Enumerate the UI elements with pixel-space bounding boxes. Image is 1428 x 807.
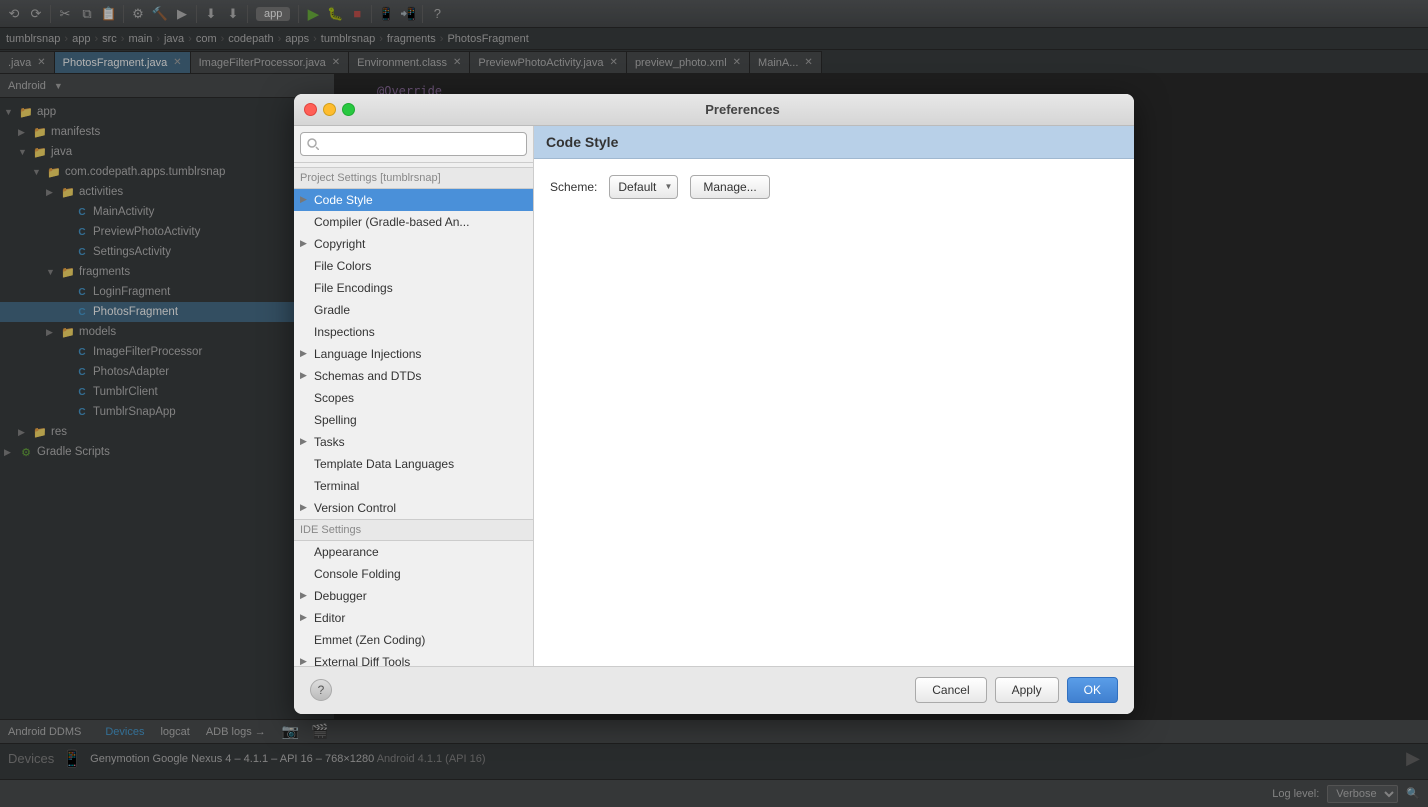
- tree-expand-arrow: ▶: [300, 502, 312, 513]
- dialog-item-debugger[interactable]: ▶ Debugger: [294, 585, 533, 607]
- dialog-item-emmet[interactable]: Emmet (Zen Coding): [294, 629, 533, 651]
- dialog-item-console-folding[interactable]: Console Folding: [294, 563, 533, 585]
- apply-button[interactable]: Apply: [995, 677, 1059, 703]
- dialog-close-button[interactable]: [304, 103, 317, 116]
- dialog-item-compiler[interactable]: Compiler (Gradle-based An...: [294, 211, 533, 233]
- dialog-item-schemas[interactable]: ▶ Schemas and DTDs: [294, 365, 533, 387]
- dialog-item-tasks[interactable]: ▶ Tasks: [294, 431, 533, 453]
- help-button[interactable]: ?: [310, 679, 332, 701]
- dialog-item-template-data[interactable]: Template Data Languages: [294, 453, 533, 475]
- ok-button[interactable]: OK: [1067, 677, 1118, 703]
- item-label: Tasks: [314, 435, 345, 449]
- item-label: Terminal: [314, 479, 359, 493]
- dialog-item-editor[interactable]: ▶ Editor: [294, 607, 533, 629]
- item-label: Schemas and DTDs: [314, 369, 421, 383]
- dialog-overlay: Preferences Project Settings [tumblrsnap…: [0, 0, 1428, 807]
- dialog-maximize-button[interactable]: [342, 103, 355, 116]
- dialog-panel-content: Scheme: Default Manage...: [534, 159, 1134, 666]
- dialog-item-file-colors[interactable]: File Colors: [294, 255, 533, 277]
- item-label: Version Control: [314, 501, 396, 515]
- tree-expand-arrow: ▶: [300, 370, 312, 381]
- tree-expand-arrow: ▶: [300, 348, 312, 359]
- item-label: Emmet (Zen Coding): [314, 633, 425, 647]
- dialog-body: Project Settings [tumblrsnap] ▶ Code Sty…: [294, 126, 1134, 666]
- item-label: External Diff Tools: [314, 655, 410, 666]
- dialog-item-appearance[interactable]: Appearance: [294, 541, 533, 563]
- item-label: Language Injections: [314, 347, 421, 361]
- item-label: Code Style: [314, 193, 373, 207]
- dialog-item-gradle[interactable]: Gradle: [294, 299, 533, 321]
- dialog-settings-tree: Project Settings [tumblrsnap] ▶ Code Sty…: [294, 163, 533, 666]
- item-label: File Colors: [314, 259, 371, 273]
- tree-expand-arrow: ▶: [300, 612, 312, 623]
- cancel-button[interactable]: Cancel: [915, 677, 986, 703]
- dialog-item-scopes[interactable]: Scopes: [294, 387, 533, 409]
- item-label: Inspections: [314, 325, 375, 339]
- tree-expand-arrow: ▶: [300, 590, 312, 601]
- item-label: Appearance: [314, 545, 379, 559]
- item-label: Gradle: [314, 303, 350, 317]
- manage-button[interactable]: Manage...: [690, 175, 769, 199]
- dialog-title: Preferences: [361, 102, 1124, 117]
- dialog-search-input[interactable]: [300, 132, 527, 156]
- dialog-left-panel: Project Settings [tumblrsnap] ▶ Code Sty…: [294, 126, 534, 666]
- dialog-item-inspections[interactable]: Inspections: [294, 321, 533, 343]
- dialog-item-file-encodings[interactable]: File Encodings: [294, 277, 533, 299]
- item-label: Console Folding: [314, 567, 401, 581]
- tree-expand-arrow: ▶: [300, 436, 312, 447]
- item-label: Editor: [314, 611, 345, 625]
- item-label: Copyright: [314, 237, 365, 251]
- dialog-item-terminal[interactable]: Terminal: [294, 475, 533, 497]
- item-label: Compiler (Gradle-based An...: [314, 215, 469, 229]
- dialog-item-language-injections[interactable]: ▶ Language Injections: [294, 343, 533, 365]
- scheme-label: Scheme:: [550, 175, 597, 199]
- dialog-right-panel: Code Style Scheme: Default Manage...: [534, 126, 1134, 666]
- project-settings-label: Project Settings [tumblrsnap]: [300, 172, 441, 184]
- dialog-minimize-button[interactable]: [323, 103, 336, 116]
- ide-settings-label: IDE Settings: [300, 524, 361, 536]
- dialog-footer: ? Cancel Apply OK: [294, 666, 1134, 714]
- dialog-item-code-style[interactable]: ▶ Code Style: [294, 189, 533, 211]
- project-settings-header: Project Settings [tumblrsnap]: [294, 167, 533, 189]
- tree-expand-arrow: ▶: [300, 238, 312, 249]
- preferences-dialog: Preferences Project Settings [tumblrsnap…: [294, 94, 1134, 714]
- item-label: File Encodings: [314, 281, 393, 295]
- dialog-item-spelling[interactable]: Spelling: [294, 409, 533, 431]
- item-label: Scopes: [314, 391, 354, 405]
- dialog-panel-title: Code Style: [534, 126, 1134, 159]
- dialog-titlebar: Preferences: [294, 94, 1134, 126]
- dialog-item-version-control[interactable]: ▶ Version Control: [294, 497, 533, 519]
- item-label: Debugger: [314, 589, 367, 603]
- scheme-select-wrapper: Default: [609, 175, 678, 199]
- dialog-item-external-diff[interactable]: ▶ External Diff Tools: [294, 651, 533, 666]
- tree-expand-arrow: ▶: [300, 194, 312, 205]
- dialog-item-copyright[interactable]: ▶ Copyright: [294, 233, 533, 255]
- scheme-select[interactable]: Default: [609, 175, 678, 199]
- tree-expand-arrow: ▶: [300, 656, 312, 666]
- item-label: Spelling: [314, 413, 357, 427]
- item-label: Template Data Languages: [314, 457, 454, 471]
- dialog-search-area: [294, 126, 533, 163]
- ide-settings-header: IDE Settings: [294, 519, 533, 541]
